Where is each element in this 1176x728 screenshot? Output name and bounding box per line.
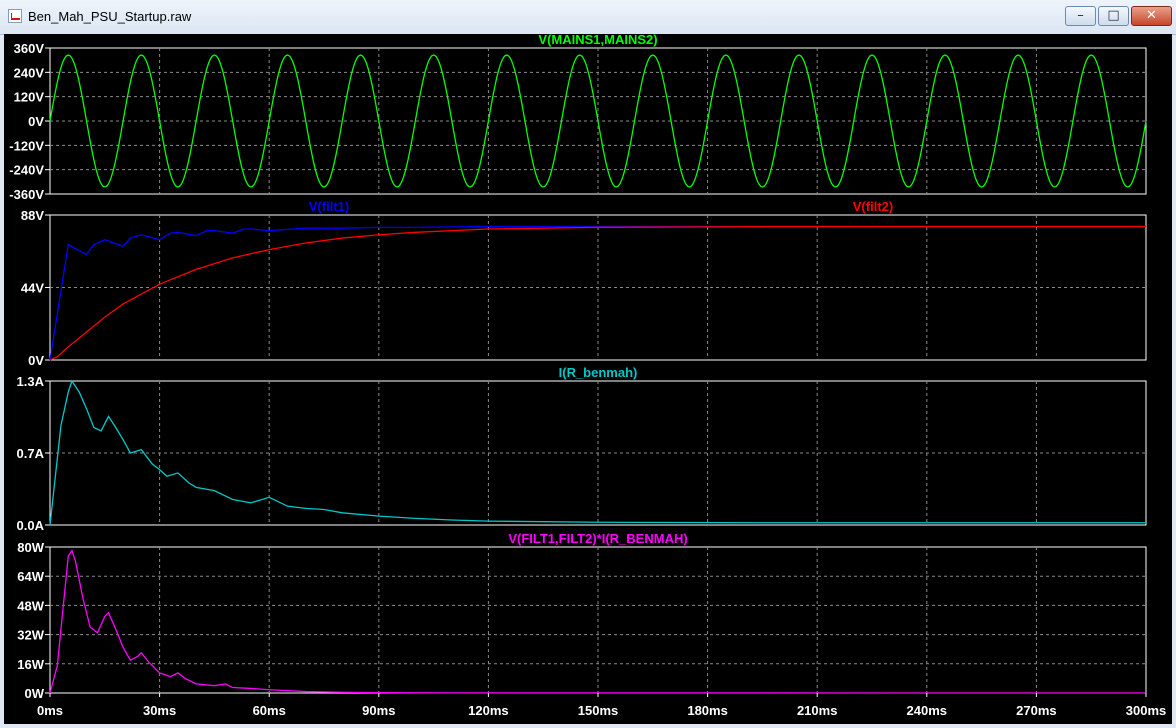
y-tick-label: -240V: [9, 163, 44, 178]
x-tick-label: 120ms: [468, 703, 508, 718]
minimize-icon: –: [1077, 8, 1084, 23]
window-title: Ben_Mah_PSU_Startup.raw: [28, 9, 192, 24]
y-tick-label: 0V: [28, 114, 44, 129]
y-tick-label: 16W: [17, 657, 44, 672]
x-tick-label: 90ms: [362, 703, 395, 718]
x-tick-label: 210ms: [797, 703, 837, 718]
y-tick-label: 80W: [17, 540, 44, 555]
x-tick-label: 300ms: [1126, 703, 1166, 718]
y-tick-label: 0.0A: [17, 518, 45, 533]
y-tick-label: -120V: [9, 138, 44, 153]
x-tick-label: 150ms: [578, 703, 618, 718]
y-tick-label: 240V: [14, 65, 45, 80]
x-tick-label: 60ms: [253, 703, 286, 718]
pane-title: V(MAINS1,MAINS2): [538, 34, 657, 47]
y-tick-label: 0.7A: [17, 446, 45, 461]
title-bar[interactable]: Ben_Mah_PSU_Startup.raw – □ ✕: [0, 0, 1176, 35]
maximize-icon: □: [1107, 8, 1120, 23]
pane-title: V(FILT1,FILT2)*I(R_BENMAH): [508, 531, 687, 546]
y-tick-label: 1.3A: [17, 374, 45, 389]
y-tick-label: 360V: [14, 41, 45, 56]
close-button[interactable]: ✕: [1131, 6, 1172, 26]
x-tick-label: 270ms: [1016, 703, 1056, 718]
y-tick-label: 32W: [17, 628, 44, 643]
x-tick-label: 30ms: [143, 703, 176, 718]
pane-title-right: V(filt2): [853, 199, 893, 214]
y-tick-label: 48W: [17, 598, 44, 613]
y-tick-label: 0W: [25, 686, 45, 701]
waveform-app-icon: [8, 9, 22, 23]
waveform-viewer-window: Ben_Mah_PSU_Startup.raw – □ ✕ 360V 240V 12…: [0, 0, 1176, 728]
pane-title: I(R_benmah): [559, 365, 638, 380]
waveform-plots[interactable]: 360V 240V 120V 0V -120V -240V -360V V(MAINS1,MA…: [4, 34, 1172, 724]
y-tick-label: 44V: [21, 281, 44, 296]
plot-area[interactable]: 360V 240V 120V 0V -120V -240V -360V V(MAINS1,MA…: [4, 34, 1172, 724]
y-tick-label: -360V: [9, 187, 44, 202]
maximize-button[interactable]: □: [1098, 6, 1129, 26]
pane-title-left: V(filt1): [309, 199, 349, 214]
close-icon: ✕: [1146, 8, 1157, 23]
y-tick-label: 0V: [28, 353, 44, 368]
minimize-button[interactable]: –: [1065, 6, 1096, 26]
y-tick-label: 120V: [14, 90, 45, 105]
x-tick-label: 0ms: [37, 703, 63, 718]
x-tick-label: 240ms: [907, 703, 947, 718]
y-tick-label: 88V: [21, 208, 44, 223]
x-tick-label: 180ms: [687, 703, 727, 718]
y-tick-label: 64W: [17, 569, 44, 584]
